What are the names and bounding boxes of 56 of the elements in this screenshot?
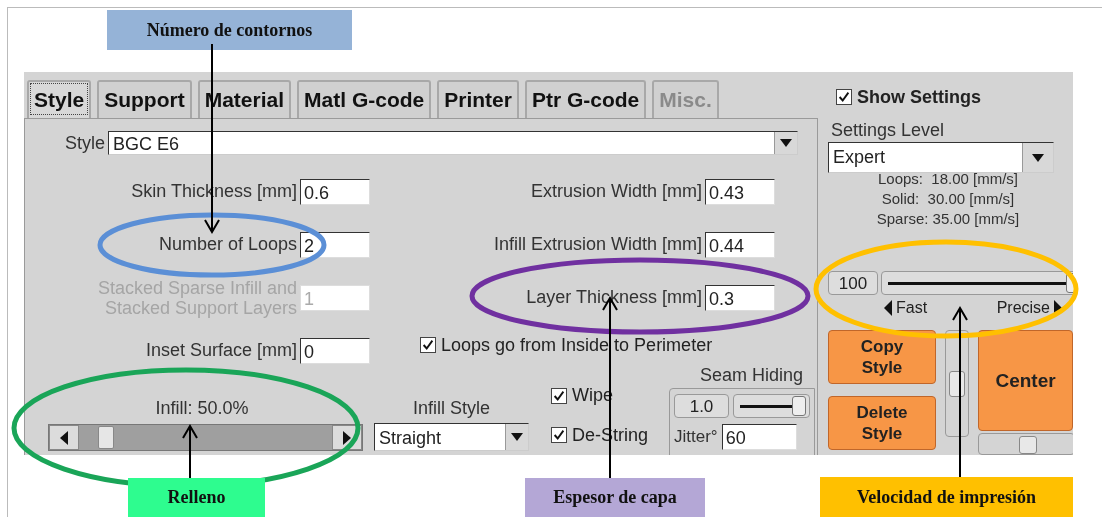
caret-icon [774, 132, 798, 154]
callout-label: Espesor de capa [525, 478, 705, 517]
field-label: Settings Level [830, 120, 946, 140]
tab[interactable]: Matl G-code [297, 80, 432, 118]
speed-text: Solid: 30.00 [mm/s] [880, 189, 1016, 209]
callout-label: Número de contornos [107, 10, 352, 50]
checkbox[interactable] [551, 387, 567, 404]
field-label: Style [65, 132, 106, 154]
callout-label: Velocidad de impresión [820, 477, 1073, 517]
slider-value: 1.0 [674, 394, 729, 418]
field-label: Inset Surface [mm] [145, 340, 297, 361]
slider-caption: Fast [896, 299, 928, 317]
field-label: Layer Thickness [mm] [526, 287, 702, 308]
slider-caption: Precise [996, 299, 1050, 317]
tab[interactable]: Style [27, 80, 92, 118]
tab[interactable]: Printer [437, 80, 519, 118]
caret-icon [505, 424, 528, 450]
checkbox-label: Show Settings [857, 86, 981, 108]
infill-slider[interactable] [47, 424, 363, 451]
checkbox-label: Loops go from Inside to Perimeter [441, 334, 713, 356]
input-field[interactable]: 0.6 [300, 178, 370, 205]
settings-level-dropdown[interactable]: Expert [828, 142, 1054, 173]
field-label: Jitter° [674, 427, 718, 447]
style-dropdown[interactable]: BGC E6 [108, 131, 799, 155]
field-label: Number of Loops [158, 234, 297, 255]
caret-icon [1022, 143, 1053, 172]
field-label: Infill Extrusion Width [mm] [493, 234, 702, 255]
slider-thumb[interactable] [98, 426, 115, 449]
field-label: Infill Style [413, 398, 490, 418]
delete-style-button[interactable]: Delete Style [828, 396, 936, 450]
tab[interactable]: Ptr G-code [524, 80, 647, 118]
slider-label: Infill: 50.0% [155, 398, 249, 418]
copy-style-button[interactable]: Copy Style [828, 330, 936, 384]
tab[interactable]: Support [97, 80, 192, 118]
center-button[interactable]: Center [978, 330, 1073, 431]
infill-style-dropdown[interactable]: Straight [374, 423, 529, 451]
checkbox[interactable] [420, 337, 436, 353]
left-triangle-icon [884, 300, 892, 316]
input-field[interactable]: 2 [300, 231, 370, 258]
checkbox[interactable] [836, 89, 852, 105]
checkbox[interactable] [551, 427, 567, 444]
input-field[interactable]: 0.44 [705, 231, 775, 258]
slider-thumb[interactable] [791, 396, 806, 416]
slider-thumb[interactable] [1019, 436, 1038, 454]
callout-label: Relleno [128, 478, 265, 517]
slider-value: 100 [828, 271, 878, 295]
input-field[interactable]: 60 [721, 424, 797, 450]
group-title: Seam Hiding [698, 366, 804, 384]
arrow [182, 424, 198, 479]
input-field[interactable]: 0.43 [705, 178, 775, 205]
input-field[interactable]: 0.3 [705, 284, 775, 311]
vertical-slider[interactable] [945, 330, 969, 437]
speed-text: Sparse: 35.00 [mm/s] [875, 209, 1021, 229]
input-field[interactable]: 0 [300, 337, 370, 364]
slider-track[interactable] [978, 433, 1073, 455]
field-label: Extrusion Width [mm] [530, 181, 702, 202]
